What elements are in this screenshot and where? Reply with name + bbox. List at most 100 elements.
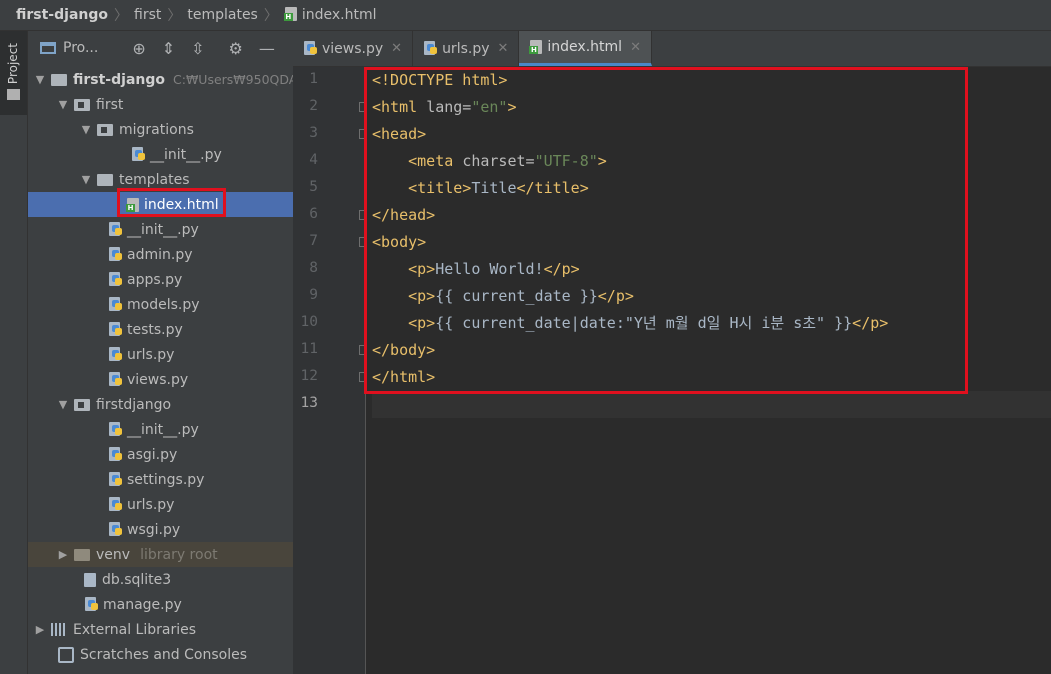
code-editor[interactable]: <!DOCTYPE html> <html lang="en"> <head> … bbox=[372, 67, 1051, 674]
fold-marker-icon[interactable] bbox=[359, 102, 367, 112]
code-tag: <!DOCTYPE html> bbox=[372, 71, 508, 89]
code-attribute: lang= bbox=[426, 98, 472, 116]
code-tag: </body> bbox=[372, 341, 436, 359]
python-file-icon bbox=[303, 41, 318, 56]
chevron-right-icon[interactable]: ▶ bbox=[33, 623, 47, 636]
code-tag: > bbox=[597, 152, 607, 170]
python-file-icon bbox=[108, 247, 123, 262]
chevron-down-icon[interactable]: ▼ bbox=[56, 98, 70, 111]
close-icon[interactable]: ✕ bbox=[391, 41, 402, 56]
close-icon[interactable]: ✕ bbox=[498, 41, 509, 56]
project-window-icon bbox=[40, 42, 56, 54]
line-number: 4 bbox=[309, 152, 318, 168]
chevron-down-icon[interactable]: ▼ bbox=[79, 123, 93, 136]
code-tag: </p> bbox=[852, 314, 889, 332]
line-number: 10 bbox=[300, 314, 318, 330]
breadcrumb-first[interactable]: first bbox=[128, 7, 167, 23]
line-number: 7 bbox=[309, 233, 318, 249]
tree-item-label: migrations bbox=[119, 121, 194, 138]
breadcrumb-file-label: index.html bbox=[301, 7, 377, 23]
gear-icon[interactable]: ⚙ bbox=[229, 39, 243, 58]
package-folder-icon bbox=[97, 123, 113, 136]
tree-item-label: urls.py bbox=[127, 496, 175, 513]
python-file-icon bbox=[108, 497, 123, 512]
line-number: 11 bbox=[300, 341, 318, 357]
tree-item-label: settings.py bbox=[127, 471, 205, 488]
folder-icon bbox=[74, 548, 90, 561]
breadcrumb-file[interactable]: Hindex.html bbox=[278, 7, 383, 23]
code-string: "en" bbox=[471, 98, 508, 116]
hide-panel-icon[interactable]: — bbox=[259, 39, 275, 58]
breadcrumb-project[interactable]: first-django bbox=[0, 7, 114, 23]
scratches-icon bbox=[58, 646, 74, 663]
line-number: 5 bbox=[309, 179, 318, 195]
python-file-icon bbox=[108, 347, 123, 362]
chevron-right-icon: 〉 bbox=[167, 8, 182, 24]
python-file-icon bbox=[108, 372, 123, 387]
tree-item-external-libraries[interactable]: ▶ External Libraries bbox=[28, 617, 298, 642]
code-tag: <head> bbox=[372, 125, 427, 143]
tab-views-py[interactable]: views.py ✕ bbox=[293, 31, 414, 66]
tab-label: urls.py bbox=[442, 40, 490, 57]
fold-marker-icon[interactable] bbox=[359, 129, 367, 139]
project-path: C:₩Users₩950QDA bbox=[173, 72, 298, 87]
expand-all-icon[interactable]: ⇕ bbox=[162, 39, 175, 58]
python-file-icon bbox=[108, 422, 123, 437]
library-icon bbox=[51, 623, 67, 636]
code-text: {{ current_date|date:"Y년 m월 d일 H시 i분 s초"… bbox=[435, 314, 853, 332]
tree-item-venv[interactable]: ▶ venv library root bbox=[28, 542, 321, 567]
breadcrumb-templates[interactable]: templates bbox=[181, 7, 264, 23]
line-number-gutter[interactable]: 1 2 3 4 5 6 7 8 9 10 11 12 13 bbox=[293, 67, 367, 674]
code-line: <meta charset="UTF-8"> bbox=[372, 148, 607, 175]
chevron-right-icon: 〉 bbox=[263, 8, 278, 24]
package-folder-icon bbox=[74, 98, 90, 111]
folder-icon bbox=[97, 173, 113, 186]
code-line: <head> bbox=[372, 121, 426, 148]
code-line: <!DOCTYPE html> bbox=[372, 67, 507, 94]
chevron-down-icon[interactable]: ▼ bbox=[56, 398, 70, 411]
code-line-current bbox=[372, 391, 1051, 418]
line-number: 13 bbox=[300, 395, 318, 411]
line-number: 6 bbox=[309, 206, 318, 222]
fold-marker-icon[interactable] bbox=[359, 237, 367, 247]
chevron-right-icon[interactable]: ▶ bbox=[56, 548, 70, 561]
tree-item-scratches[interactable]: Scratches and Consoles bbox=[28, 642, 323, 667]
collapse-all-icon[interactable]: ⇳ bbox=[191, 39, 204, 58]
fold-marker-icon[interactable] bbox=[359, 345, 367, 355]
fold-marker-icon[interactable] bbox=[359, 210, 367, 220]
code-text: Title bbox=[471, 179, 517, 197]
fold-marker-icon[interactable] bbox=[359, 372, 367, 382]
chevron-down-icon[interactable]: ▼ bbox=[79, 173, 93, 186]
code-string: "UTF-8" bbox=[534, 152, 598, 170]
project-view-selector[interactable]: Pro... bbox=[63, 40, 98, 56]
code-tag: </head> bbox=[372, 206, 436, 224]
tab-index-html[interactable]: H index.html ✕ bbox=[519, 31, 652, 66]
tree-item-label: __init__.py bbox=[127, 421, 199, 438]
project-tab-label: Project bbox=[6, 43, 20, 85]
tool-window-strip: Project bbox=[0, 31, 28, 674]
code-tag: <body> bbox=[372, 233, 427, 251]
tree-item-first-django[interactable]: ▼ first-django C:₩Users₩950QDA bbox=[28, 67, 298, 92]
code-tag: <meta bbox=[408, 152, 463, 170]
code-line: <p>Hello World!</p> bbox=[372, 256, 580, 283]
close-icon[interactable]: ✕ bbox=[630, 40, 641, 55]
tree-item-first[interactable]: ▼ first bbox=[28, 92, 321, 117]
line-number: 12 bbox=[300, 368, 318, 384]
python-file-icon bbox=[108, 272, 123, 287]
tree-item-label: firstdjango bbox=[96, 396, 172, 413]
tab-label: index.html bbox=[547, 39, 623, 55]
tree-item-label: templates bbox=[119, 171, 190, 188]
project-tool-window-tab[interactable]: Project bbox=[0, 31, 27, 115]
code-tag: <p> bbox=[408, 260, 436, 278]
tab-urls-py[interactable]: urls.py ✕ bbox=[413, 31, 520, 66]
code-line: </html> bbox=[372, 364, 435, 391]
tree-item-label: Scratches and Consoles bbox=[80, 646, 247, 663]
tree-item-firstdjango[interactable]: ▼ firstdjango bbox=[28, 392, 321, 417]
tree-item-label: urls.py bbox=[127, 346, 175, 363]
code-line: <html lang="en"> bbox=[372, 94, 517, 121]
locate-target-icon[interactable]: ⊕ bbox=[132, 39, 145, 58]
code-attribute: charset= bbox=[462, 152, 535, 170]
chevron-down-icon[interactable]: ▼ bbox=[33, 73, 47, 86]
